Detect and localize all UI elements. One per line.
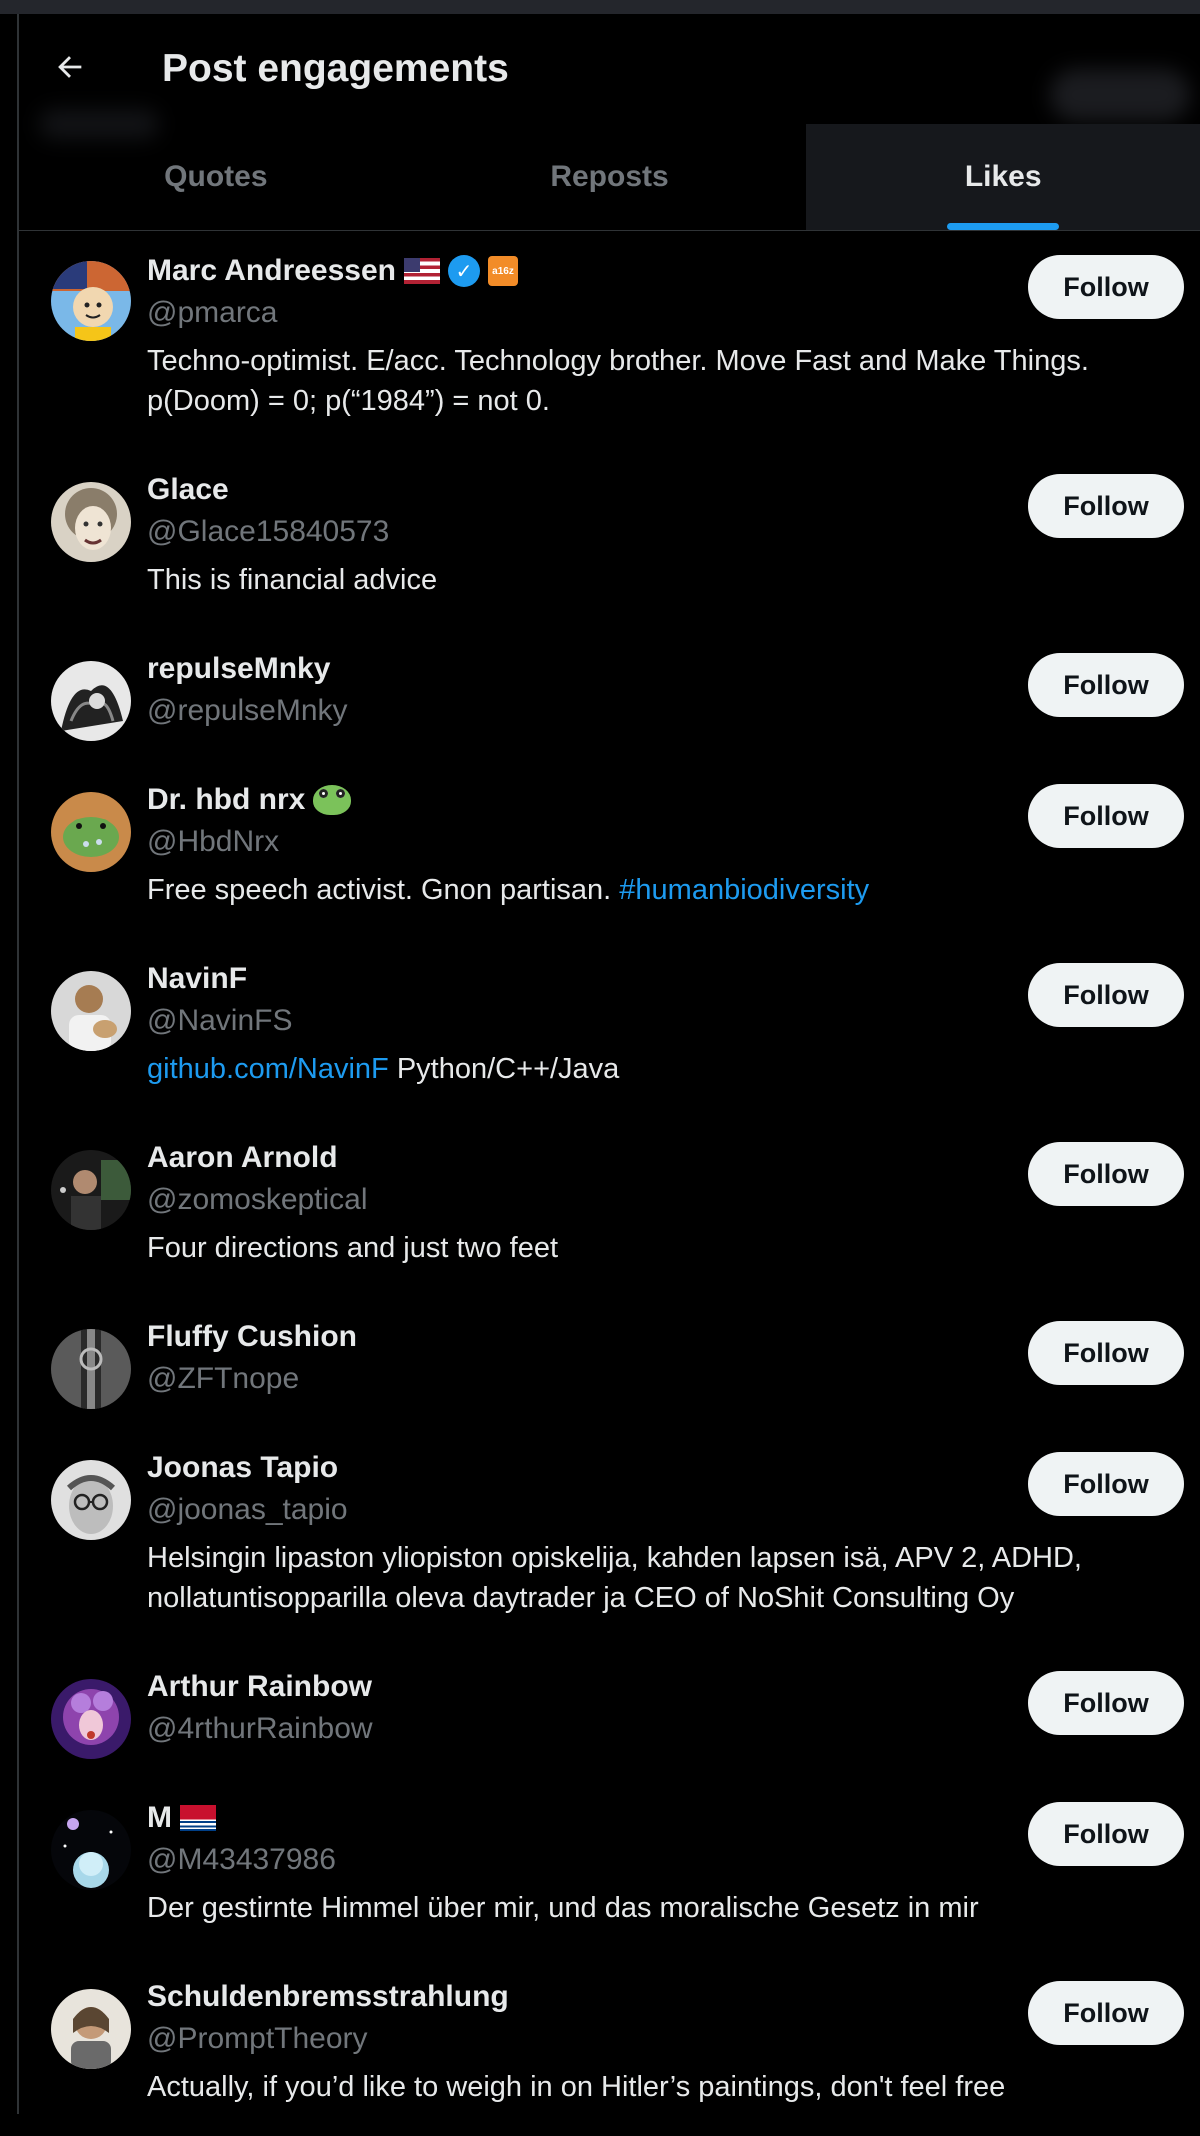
us-flag-icon	[404, 258, 440, 284]
avatar[interactable]	[51, 971, 131, 1051]
bio-text: Free speech activist. Gnon partisan.	[147, 874, 612, 906]
main-column: Post engagements Quotes Reposts Likes Ma…	[19, 14, 1200, 2114]
user-bio: Techno-optimist. E/acc. Technology broth…	[147, 345, 1089, 417]
display-name[interactable]: repulseMnky	[147, 652, 330, 686]
avatar[interactable]	[51, 1810, 131, 1890]
tab-label: Quotes	[164, 160, 268, 193]
tab-likes[interactable]: Likes	[806, 124, 1200, 230]
blurred-background-shape	[1050, 69, 1190, 121]
page-title: Post engagements	[162, 47, 509, 90]
avatar[interactable]	[51, 1679, 131, 1759]
follow-button[interactable]: Follow	[1028, 653, 1184, 717]
user-bio: This is financial advice	[147, 564, 438, 596]
list-item[interactable]: NavinF @NavinFS github.com/NavinF Python…	[19, 939, 1200, 1118]
follow-button[interactable]: Follow	[1028, 1981, 1184, 2045]
follow-button[interactable]: Follow	[1028, 1452, 1184, 1516]
display-name[interactable]: Aaron Arnold	[147, 1141, 338, 1175]
follow-button[interactable]: Follow	[1028, 784, 1184, 848]
follow-button[interactable]: Follow	[1028, 963, 1184, 1027]
bio-text: Python/C++/Java	[396, 1053, 620, 1085]
avatar[interactable]	[51, 1460, 131, 1540]
follow-button[interactable]: Follow	[1028, 1321, 1184, 1385]
user-bio: Free speech activist. Gnon partisan. #hu…	[147, 870, 1184, 910]
user-handle[interactable]: @repulseMnky	[147, 691, 1184, 731]
a16z-logo-icon[interactable]: a16z	[488, 256, 518, 286]
user-bio: Der gestirnte Himmel über mir, und das m…	[147, 1892, 979, 1924]
user-handle[interactable]: @PromptTheory	[147, 2019, 1184, 2059]
active-tab-indicator	[947, 223, 1060, 230]
tab-quotes[interactable]: Quotes	[19, 124, 413, 230]
list-item[interactable]: Glace @Glace15840573 This is financial a…	[19, 450, 1200, 629]
avatar[interactable]	[51, 792, 131, 872]
arrow-left-icon	[58, 56, 82, 78]
display-name[interactable]: Dr. hbd nrx	[147, 783, 305, 817]
verified-badge-icon[interactable]: ✓	[448, 255, 480, 287]
user-handle[interactable]: @joonas_tapio	[147, 1490, 1184, 1530]
window-top-strip	[0, 0, 1200, 14]
kiribati-flag-icon	[180, 1805, 216, 1831]
follow-button[interactable]: Follow	[1028, 1802, 1184, 1866]
avatar[interactable]	[51, 482, 131, 562]
avatar[interactable]	[51, 1329, 131, 1409]
follow-button[interactable]: Follow	[1028, 474, 1184, 538]
user-handle[interactable]: @M43437986	[147, 1840, 1184, 1880]
user-handle[interactable]: @HbdNrx	[147, 822, 1184, 862]
engagement-tabs: Quotes Reposts Likes	[19, 124, 1200, 231]
likers-list: Marc Andreessen ✓ a16z @pmarca Techno-op…	[19, 231, 1200, 2136]
display-name[interactable]: Arthur Rainbow	[147, 1670, 372, 1704]
user-handle[interactable]: @zomoskeptical	[147, 1180, 1184, 1220]
display-name[interactable]: Marc Andreessen	[147, 254, 396, 288]
frog-emoji-icon	[313, 785, 352, 815]
user-bio: Actually, if you’d like to weigh in on H…	[147, 2071, 1006, 2103]
display-name[interactable]: Fluffy Cushion	[147, 1320, 357, 1354]
follow-button[interactable]: Follow	[1028, 255, 1184, 319]
user-handle[interactable]: @Glace15840573	[147, 512, 1184, 552]
github-link[interactable]: github.com/NavinF	[147, 1053, 389, 1085]
user-handle[interactable]: @ZFTnope	[147, 1359, 1184, 1399]
avatar[interactable]	[51, 1150, 131, 1230]
avatar[interactable]	[51, 1989, 131, 2069]
back-button[interactable]	[47, 44, 93, 90]
list-item[interactable]: Aaron Arnold @zomoskeptical Four directi…	[19, 1118, 1200, 1297]
avatar[interactable]	[51, 261, 131, 341]
tab-label: Reposts	[550, 160, 669, 193]
list-item[interactable]: Joonas Tapio @joonas_tapio Helsingin lip…	[19, 1428, 1200, 1647]
user-handle[interactable]: @4rthurRainbow	[147, 1709, 1184, 1749]
display-name[interactable]: NavinF	[147, 962, 247, 996]
list-item[interactable]: Arthur Rainbow @4rthurRainbow Follow	[19, 1647, 1200, 1778]
display-name[interactable]: Schuldenbremsstrahlung	[147, 1980, 509, 2014]
list-item[interactable]: Dr. hbd nrx @HbdNrx Free speech activist…	[19, 760, 1200, 939]
user-bio: Four directions and just two feet	[147, 1232, 559, 1264]
display-name[interactable]: Joonas Tapio	[147, 1451, 338, 1485]
user-bio: github.com/NavinF Python/C++/Java	[147, 1049, 1184, 1089]
display-name[interactable]: M	[147, 1801, 172, 1835]
list-item[interactable]: Fluffy Cushion @ZFTnope Follow	[19, 1297, 1200, 1428]
list-item[interactable]: Marc Andreessen ✓ a16z @pmarca Techno-op…	[19, 231, 1200, 450]
hashtag-link[interactable]: #humanbiodiversity	[619, 874, 869, 906]
page-header: Post engagements	[19, 14, 1200, 139]
tab-reposts[interactable]: Reposts	[413, 124, 807, 230]
list-item[interactable]: repulseMnky @repulseMnky Follow	[19, 629, 1200, 760]
list-item[interactable]: M @M43437986 Der gestirnte Himmel über m…	[19, 1778, 1200, 1957]
user-bio: Helsingin lipaston yliopiston opiskelija…	[147, 1542, 1082, 1614]
follow-button[interactable]: Follow	[1028, 1671, 1184, 1735]
display-name[interactable]: Glace	[147, 473, 229, 507]
avatar[interactable]	[51, 661, 131, 741]
tab-label: Likes	[964, 160, 1042, 193]
list-item[interactable]: Schuldenbremsstrahlung @PromptTheory Act…	[19, 1957, 1200, 2136]
follow-button[interactable]: Follow	[1028, 1142, 1184, 1206]
user-handle[interactable]: @NavinFS	[147, 1001, 1184, 1041]
user-handle[interactable]: @pmarca	[147, 293, 1184, 333]
